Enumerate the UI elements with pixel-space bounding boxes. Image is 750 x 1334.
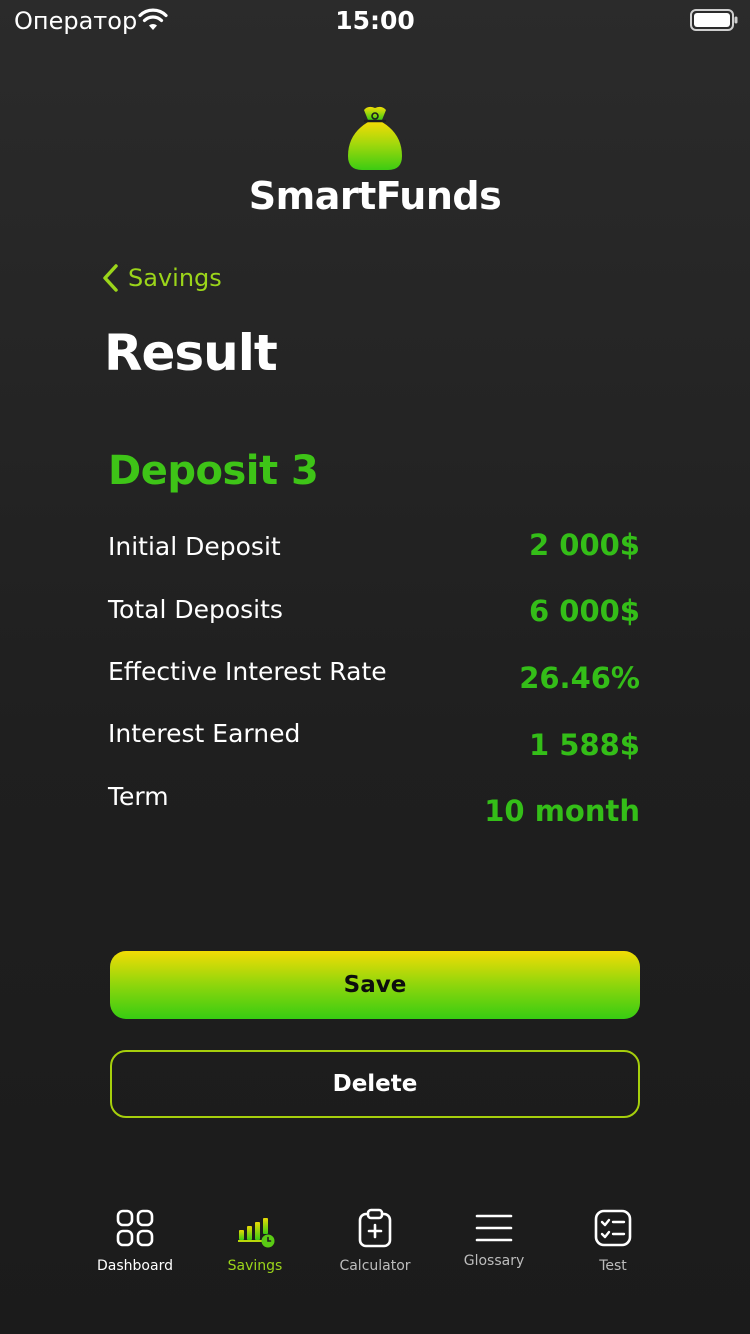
tab-test-label: Test <box>599 1258 627 1274</box>
bar-chart-clock-icon <box>238 1218 275 1248</box>
term-label: Term <box>108 782 169 811</box>
deposit-name: Deposit 3 <box>108 448 319 494</box>
back-label: Savings <box>128 264 222 292</box>
money-bag-icon <box>348 106 402 170</box>
initial-deposit-label: Initial Deposit <box>108 532 281 561</box>
interest-earned-label: Interest Earned <box>108 719 301 748</box>
tab-bar: Dashboard Savings Calculator Glossary Te… <box>0 1190 750 1300</box>
clipboard-plus-icon <box>358 1208 392 1248</box>
grid-icon <box>116 1209 154 1247</box>
total-deposits-value: 6 000$ <box>529 594 640 628</box>
term-value: 10 month <box>484 794 640 828</box>
clock: 15:00 <box>335 6 415 35</box>
tab-test[interactable]: Test <box>538 1190 688 1290</box>
page-title: Result <box>104 324 278 382</box>
save-button-label: Save <box>343 972 407 998</box>
save-button[interactable]: Save <box>110 951 640 1019</box>
interest-earned-value: 1 588$ <box>529 728 640 762</box>
initial-deposit-value: 2 000$ <box>529 528 640 562</box>
chevron-left-icon <box>103 264 118 292</box>
effective-interest-rate-label: Effective Interest Rate <box>108 657 387 686</box>
battery-icon <box>690 9 738 31</box>
checklist-icon <box>594 1209 632 1247</box>
delete-button-label: Delete <box>332 1071 418 1097</box>
app-name: SmartFunds <box>248 174 502 218</box>
status-bar: Оператор 15:00 <box>0 0 750 40</box>
back-button[interactable]: Savings <box>100 260 222 296</box>
effective-interest-rate-value: 26.46% <box>519 661 640 695</box>
menu-lines-icon <box>475 1214 513 1242</box>
total-deposits-label: Total Deposits <box>108 595 283 624</box>
delete-button[interactable]: Delete <box>110 1050 640 1118</box>
